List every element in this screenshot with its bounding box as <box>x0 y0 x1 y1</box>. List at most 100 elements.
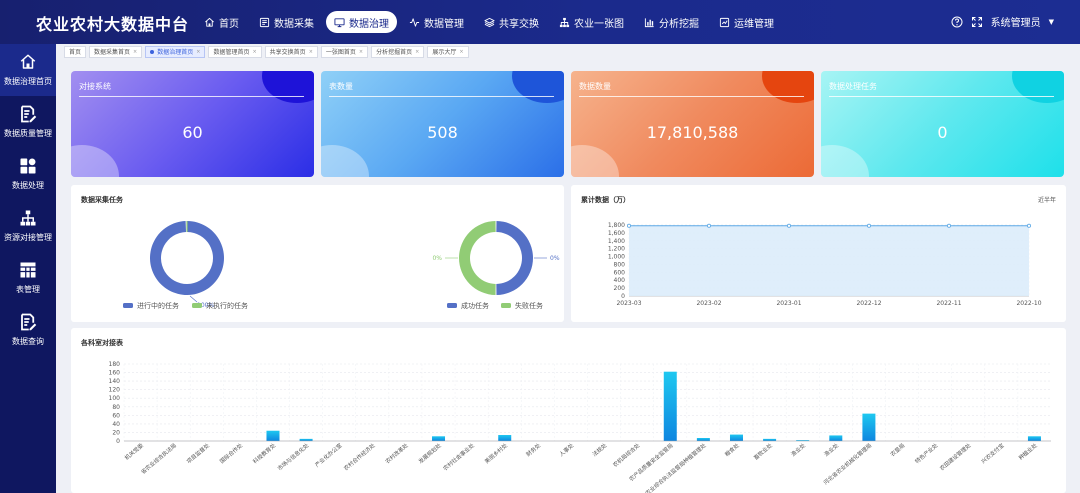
nav-label: 农业一张图 <box>574 18 624 30</box>
stat-card-tables[interactable]: 表数量 508 <box>321 71 564 177</box>
x-tick-label: 省农业综合执法局 <box>139 441 178 475</box>
tab-label: 一张图首页 <box>325 48 356 56</box>
stat-card-tasks[interactable]: 数据处理任务 0 <box>821 71 1064 177</box>
stat-card-records[interactable]: 数据数量 17,810,588 <box>571 71 814 177</box>
tab-governance-home[interactable]: 数据治理首页 × <box>145 46 206 58</box>
x-tick-label: 法规处 <box>591 441 609 458</box>
bar <box>498 435 512 441</box>
tab-home[interactable]: 首页 <box>64 46 87 58</box>
x-tick-label: 2023-03 <box>616 300 641 307</box>
stat-label: 对接系统 <box>79 82 111 91</box>
sidebar-item-governance-home[interactable]: 数据治理首页 <box>0 44 56 96</box>
stat-value: 508 <box>427 123 458 142</box>
x-tick-label: 产业化办公室 <box>313 441 344 469</box>
nav-label: 分析挖掘 <box>659 18 699 30</box>
tab-collect-home[interactable]: 数据采集首页 × <box>89 46 143 58</box>
sidebar-item-resource[interactable]: 资源对接管理 <box>0 200 56 252</box>
tab-hall[interactable]: 展示大厅 × <box>427 46 469 58</box>
chevron-down-icon[interactable]: ▼ <box>1049 18 1054 26</box>
home-icon <box>19 53 37 71</box>
nav-analysis[interactable]: 分析挖掘 <box>636 11 707 33</box>
sidebar-item-label: 表管理 <box>16 285 40 294</box>
close-icon[interactable]: × <box>359 47 363 58</box>
sidebar-item-label: 数据质量管理 <box>4 129 52 138</box>
legend-swatch <box>123 303 133 308</box>
decor-circle <box>71 145 119 177</box>
x-tick-label: 2022-12 <box>856 300 881 307</box>
x-tick-label: 农村社会事业处 <box>441 441 476 472</box>
x-tick-label: 市场与信息化处 <box>276 441 311 472</box>
sidebar: 数据治理首页 数据质量管理 数据处理 资源对接管理 表管理 数据查询 <box>0 44 56 493</box>
x-tick-label: 发展规划处 <box>417 441 444 465</box>
fullscreen-icon[interactable] <box>971 16 983 28</box>
divider <box>829 96 1054 97</box>
y-tick-label: 180 <box>109 361 121 368</box>
tab-analysis-home[interactable]: 分析挖掘首页 × <box>371 46 425 58</box>
y-tick-label: 1,200 <box>608 246 625 253</box>
page-tabs: 首页 数据采集首页 × 数据治理首页 × 数据管理首页 × 共享交换首页 × 一张图首页… <box>64 46 469 58</box>
bar <box>299 438 313 441</box>
user-menu[interactable]: 系统管理员 <box>991 14 1041 29</box>
stat-value: 17,810,588 <box>646 123 739 142</box>
y-tick-label: 100 <box>109 395 121 402</box>
tab-label: 首页 <box>69 48 82 56</box>
help-icon[interactable] <box>951 16 963 28</box>
nav-share-exchange[interactable]: 共享交换 <box>476 11 547 33</box>
bar <box>663 371 677 441</box>
y-tick-label: 40 <box>112 421 120 428</box>
x-tick-label: 2022-10 <box>1016 300 1041 307</box>
dept-bar-chart: 0 2040 6080 100120 140160 180 机关党委省农业综合执法局 项目监督… <box>109 361 1051 493</box>
close-icon[interactable]: × <box>133 47 137 58</box>
x-tick-label: 机关党委 <box>123 441 145 462</box>
tab-map-home[interactable]: 一张图首页 × <box>320 46 369 58</box>
y-tick-label: 140 <box>109 378 121 385</box>
nav-data-management[interactable]: 数据管理 <box>401 11 472 33</box>
x-tick-label: 人事处 <box>557 441 575 458</box>
y-tick-label: 60 <box>112 412 120 419</box>
y-tick-label: 0 <box>116 438 120 445</box>
sidebar-item-quality[interactable]: 数据质量管理 <box>0 96 56 148</box>
data-label: 0% <box>432 255 442 262</box>
sitemap-icon <box>19 209 37 227</box>
x-tick-label: 畜牧业处 <box>752 441 774 462</box>
nav-home[interactable]: 首页 <box>196 11 247 33</box>
y-tick-label: 120 <box>109 387 121 394</box>
divider <box>79 96 304 97</box>
area-fill <box>629 225 1029 296</box>
tab-management-home[interactable]: 数据管理首页 × <box>208 46 262 58</box>
close-icon[interactable]: × <box>459 47 463 58</box>
close-icon[interactable]: × <box>196 47 200 58</box>
collect-icon <box>259 17 270 28</box>
nav-label: 数据治理 <box>349 18 389 30</box>
close-icon[interactable]: × <box>309 47 313 58</box>
tab-share-home[interactable]: 共享交换首页 × <box>264 46 318 58</box>
nav-agri-map[interactable]: 农业一张图 <box>551 11 632 33</box>
y-tick-label: 600 <box>614 269 626 276</box>
y-tick-label: 1,600 <box>608 230 625 237</box>
x-tick-label: 农机局综合处 <box>611 441 642 469</box>
sidebar-item-label: 数据查询 <box>12 337 44 346</box>
edit-doc-icon <box>19 313 37 331</box>
x-tick-label: 农垦局 <box>889 441 907 458</box>
x-tick-label: 渔业处 <box>822 441 840 458</box>
nav-data-collect[interactable]: 数据采集 <box>251 11 322 33</box>
sidebar-item-processing[interactable]: 数据处理 <box>0 148 56 200</box>
decor-circle <box>1012 71 1064 103</box>
x-tick-label: 农业综合执法监督局种植管理处 <box>644 441 709 493</box>
y-tick-label: 1,800 <box>608 222 625 229</box>
x-tick-label: 国际合作处 <box>218 441 245 465</box>
sidebar-item-query[interactable]: 数据查询 <box>0 304 56 356</box>
close-icon[interactable]: × <box>252 47 256 58</box>
ops-icon <box>719 17 730 28</box>
divider <box>329 96 554 97</box>
bar <box>829 435 843 441</box>
close-icon[interactable]: × <box>415 47 419 58</box>
sidebar-item-tables[interactable]: 表管理 <box>0 252 56 304</box>
stat-card-systems[interactable]: 对接系统 60 <box>71 71 314 177</box>
donut-slice <box>496 221 534 295</box>
task-progress-donut: 100%进行中的任务 未执行的任务 <box>123 221 248 310</box>
x-tick-label: 种植业处 <box>1017 441 1039 462</box>
nav-data-governance[interactable]: 数据治理 <box>326 11 397 33</box>
nav-ops[interactable]: 运维管理 <box>711 11 782 33</box>
cumulative-area-chart: 02004006008001,0001,2001,4001,6001,800 20… <box>608 222 1042 307</box>
